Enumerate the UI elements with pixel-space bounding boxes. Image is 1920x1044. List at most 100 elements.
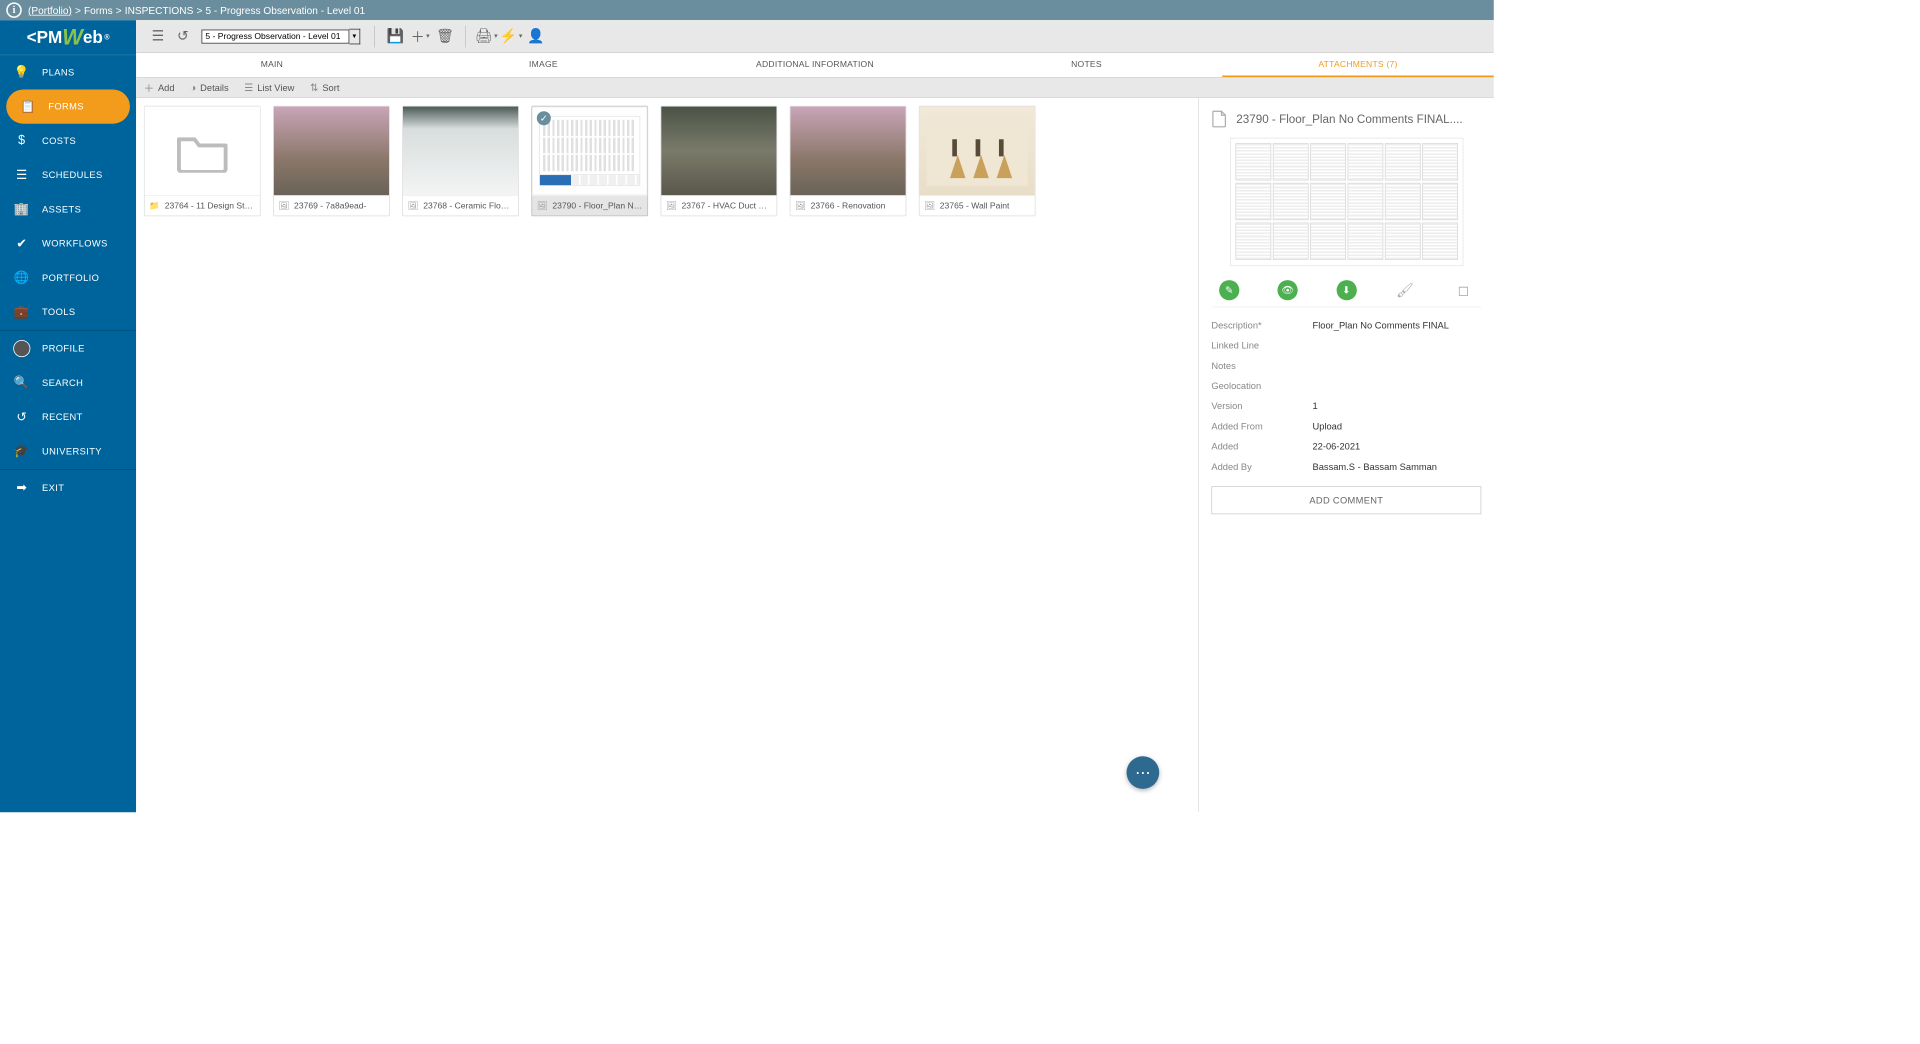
record-select[interactable] [202, 29, 350, 43]
tab-additional-information[interactable]: ADDITIONAL INFORMATION [679, 53, 951, 77]
dropdown-caret-icon[interactable]: ▼ [349, 28, 360, 44]
sidebar-item-label: WORKFLOWS [42, 238, 108, 249]
attachment-card[interactable]: 🖼 23769 - 7a8a9ead- [273, 106, 390, 216]
tab-image[interactable]: IMAGE [408, 53, 680, 77]
dollar-icon: $ [12, 134, 31, 148]
sidebar-item-plans[interactable]: 💡 PLANS [0, 55, 136, 89]
sidebar-item-exit[interactable]: ➡ EXIT [0, 471, 136, 505]
main-area: ☰ ↺ ▼ 💾 ＋▾ 🗑 🖨▾ ⚡▾ 👤 MAIN IMAGE ADDITION… [136, 20, 1494, 812]
info-icon[interactable]: i [6, 2, 22, 18]
bolt-icon[interactable]: ⚡▾ [499, 24, 524, 49]
download-action-icon[interactable]: ⬇ [1336, 280, 1356, 300]
history-icon[interactable]: ↺ [170, 24, 195, 49]
sidebar-item-university[interactable]: 🎓 UNIVERSITY [0, 434, 136, 468]
prop-label: Description* [1211, 320, 1312, 331]
prop-value [1312, 340, 1481, 351]
view-action-icon[interactable]: 👁 [1278, 280, 1298, 300]
breadcrumb-item-forms[interactable]: Forms [84, 4, 113, 16]
attachments-toolbar: ＋ Add ◑ Details ☰ List View ⇅ Sort [136, 78, 1494, 98]
sidebar-item-label: SEARCH [42, 377, 83, 388]
attachment-card[interactable]: 🖼 23768 - Ceramic Floor Tiling [402, 106, 519, 216]
logo-post: eb [83, 27, 103, 47]
attachment-caption: 🖼 23790 - Floor_Plan No Com... [532, 195, 647, 215]
sidebar-item-label: RECENT [42, 412, 83, 423]
tab-notes[interactable]: NOTES [951, 53, 1223, 77]
thumbnail-image [403, 107, 518, 196]
print-icon[interactable]: 🖨▾ [474, 24, 499, 49]
avatar-icon [12, 340, 31, 357]
sidebar-item-label: UNIVERSITY [42, 446, 102, 457]
tab-attachments[interactable]: ATTACHMENTS (7) [1222, 53, 1494, 77]
image-mini-icon: 🖼 [666, 201, 677, 211]
breadcrumb-sep: > [75, 4, 81, 16]
delete-icon[interactable]: 🗑 [433, 24, 458, 49]
sidebar-item-assets[interactable]: 🏢 ASSETS [0, 192, 136, 226]
sidebar-item-workflows[interactable]: ✔ WORKFLOWS [0, 226, 136, 260]
list-icon[interactable]: ☰ [145, 24, 170, 49]
attachment-card[interactable]: 🖼 23765 - Wall Paint [919, 106, 1036, 216]
details-toggle-label: Details [200, 82, 229, 93]
sort-button[interactable]: ⇅ Sort [310, 81, 340, 93]
prop-label: Linked Line [1211, 340, 1312, 351]
sidebar-item-recent[interactable]: ↺ RECENT [0, 400, 136, 434]
breadcrumb-bar: i (Portfolio) > Forms > INSPECTIONS > 5 … [0, 0, 1494, 20]
tab-main[interactable]: MAIN [136, 53, 408, 77]
add-comment-button[interactable]: ADD COMMENT [1211, 486, 1481, 514]
sidebar-item-tools[interactable]: 💼 TOOLS [0, 295, 136, 329]
crop-action-icon[interactable]: ◻ [1453, 280, 1473, 300]
sidebar-item-label: TOOLS [42, 307, 75, 318]
sidebar-item-search[interactable]: 🔍 SEARCH [0, 366, 136, 400]
add-icon[interactable]: ＋▾ [408, 24, 433, 49]
bulb-icon: 💡 [12, 65, 31, 81]
sidebar-item-label: PORTFOLIO [42, 272, 99, 283]
add-button[interactable]: ＋ Add [144, 80, 175, 95]
attachment-caption: 🖼 23765 - Wall Paint [920, 195, 1035, 215]
bars-icon: ☰ [12, 167, 31, 183]
sidebar: <PMWeb ® 💡 PLANS 📋 FORMS $ COSTS ☰ SCHED… [0, 20, 136, 812]
logo-mid: W [62, 25, 83, 50]
image-mini-icon: 🖼 [795, 201, 806, 211]
toggle-icon: ◑ [190, 82, 196, 94]
sort-button-label: Sort [322, 82, 339, 93]
plus-icon: ＋ [144, 80, 154, 95]
details-preview [1211, 135, 1481, 267]
attachment-card-selected[interactable]: ✓ 🖼 23790 - Floor_Plan No Com... [531, 106, 648, 216]
sidebar-item-schedules[interactable]: ☰ SCHEDULES [0, 158, 136, 192]
app-logo: <PMWeb ® [0, 20, 136, 55]
fab-more-icon[interactable]: ⋯ [1127, 756, 1160, 789]
details-toggle[interactable]: ◑ Details [190, 82, 229, 94]
sidebar-item-forms[interactable]: 📋 FORMS [6, 89, 130, 123]
user-icon[interactable]: 👤 [524, 24, 549, 49]
attachment-caption: 📁 23764 - 11 Design Stage [145, 195, 260, 215]
prop-value [1312, 360, 1481, 371]
sidebar-item-label: FORMS [48, 101, 84, 112]
prop-added-from: Added From Upload [1211, 416, 1481, 436]
prop-value: 22-06-2021 [1312, 441, 1481, 452]
prop-label: Geolocation [1211, 380, 1312, 391]
toolbar-divider [374, 25, 375, 47]
sidebar-item-costs[interactable]: $ COSTS [0, 124, 136, 158]
breadcrumb-root[interactable]: (Portfolio) [28, 4, 72, 16]
sidebar-item-label: ASSETS [42, 204, 81, 215]
attachment-card[interactable]: 🖼 23767 - HVAC Duct Work [661, 106, 778, 216]
brush-action-icon[interactable]: 🖌 [1395, 280, 1415, 300]
prop-value [1312, 380, 1481, 391]
breadcrumb-item-current: 5 - Progress Observation - Level 01 [205, 4, 365, 16]
search-icon: 🔍 [12, 375, 31, 391]
breadcrumb-item-inspections[interactable]: INSPECTIONS [125, 4, 194, 16]
prop-added-by: Added By Bassam.S - Bassam Samman [1211, 457, 1481, 477]
attachment-card[interactable]: 📁 23764 - 11 Design Stage [144, 106, 261, 216]
sidebar-item-portfolio[interactable]: 🌐 PORTFOLIO [0, 261, 136, 295]
prop-value: 1 [1312, 401, 1481, 412]
details-title: 23790 - Floor_Plan No Comments FINAL.... [1236, 112, 1462, 125]
attachment-card[interactable]: 🖼 23766 - Renovation [790, 106, 907, 216]
image-mini-icon: 🖼 [924, 201, 935, 211]
save-icon[interactable]: 💾 [383, 24, 408, 49]
prop-label: Notes [1211, 360, 1312, 371]
prop-label: Added From [1211, 421, 1312, 432]
listview-toggle[interactable]: ☰ List View [244, 81, 294, 93]
sidebar-item-profile[interactable]: PROFILE [0, 331, 136, 365]
sidebar-item-label: PROFILE [42, 343, 85, 354]
image-mini-icon: 🖼 [537, 201, 548, 211]
edit-action-icon[interactable]: ✎ [1219, 280, 1239, 300]
